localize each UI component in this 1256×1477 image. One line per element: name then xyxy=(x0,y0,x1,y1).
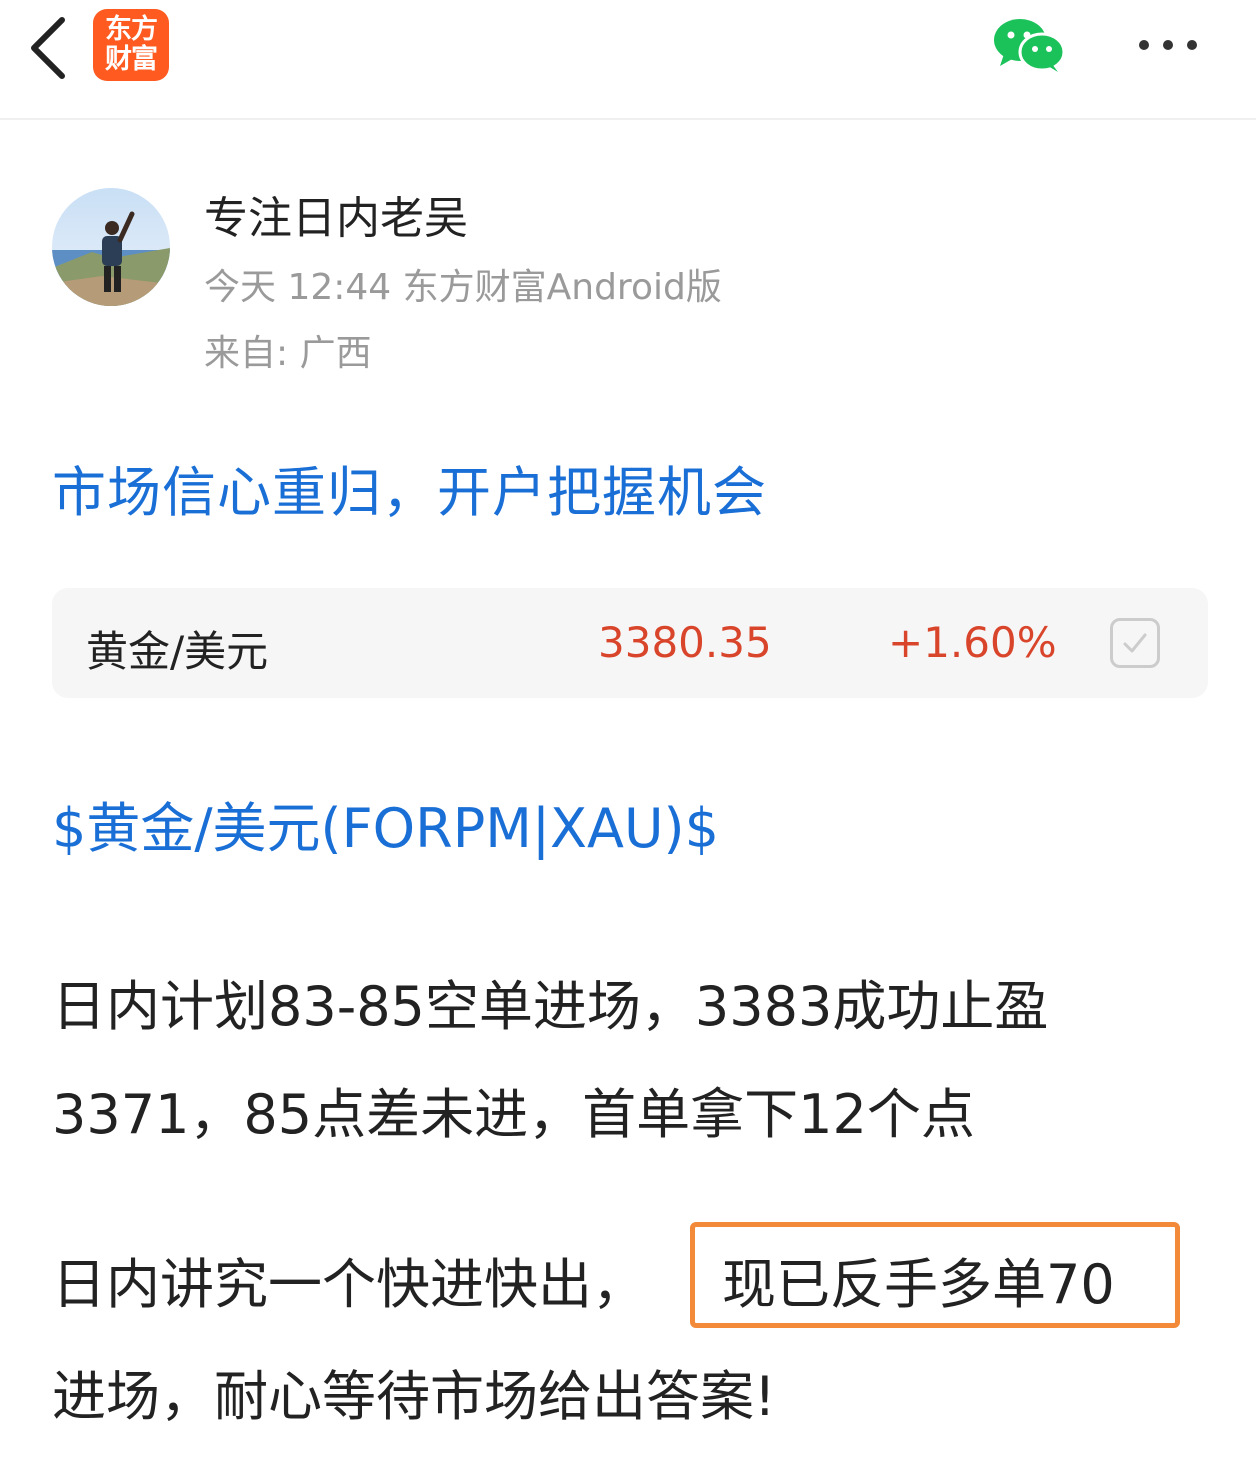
check-icon xyxy=(1123,633,1147,653)
wechat-share-button[interactable] xyxy=(990,16,1068,74)
post-location: 来自: 广西 xyxy=(204,333,372,374)
highlighted-text: 现已反手多单70 xyxy=(722,1253,1115,1316)
logo-line-1: 东方 xyxy=(105,14,158,45)
back-button[interactable] xyxy=(22,10,78,82)
quote-price: 3380.35 xyxy=(598,618,772,667)
quote-change: +1.60% xyxy=(888,618,1057,667)
app-logo[interactable]: 东方 财富 xyxy=(93,9,169,81)
quote-name: 黄金/美元 xyxy=(86,627,269,676)
author-avatar[interactable] xyxy=(52,188,170,306)
top-navigation-bar: 东方 财富 xyxy=(0,0,1256,120)
promo-link[interactable]: 市场信心重归，开户把握机会 xyxy=(52,448,767,527)
watchlist-checkbox[interactable] xyxy=(1110,618,1160,668)
chevron-left-icon xyxy=(31,17,65,79)
wechat-icon xyxy=(994,19,1066,72)
post-body-line-1: 日内计划83-85空单进场，3383成功止盈 xyxy=(52,975,1049,1038)
more-options-button[interactable] xyxy=(1135,30,1201,60)
post-body-line-2: 3371，85点差未进，首单拿下12个点 xyxy=(52,1083,975,1146)
post-meta: 今天 12:44 东方财富Android版 xyxy=(204,267,722,308)
post-body-line-4: 进场，耐心等待市场给出答案! xyxy=(52,1365,776,1428)
more-horizontal-icon xyxy=(1139,40,1197,50)
logo-line-2: 财富 xyxy=(105,44,158,75)
author-name[interactable]: 专注日内老吴 xyxy=(204,182,468,246)
stock-tag-link[interactable]: $黄金/美元(FORPM|XAU)$ xyxy=(52,784,719,863)
quote-card[interactable]: 黄金/美元 3380.35 +1.60% xyxy=(52,588,1208,698)
post-body-line-3: 日内讲究一个快进快出， xyxy=(52,1253,646,1316)
